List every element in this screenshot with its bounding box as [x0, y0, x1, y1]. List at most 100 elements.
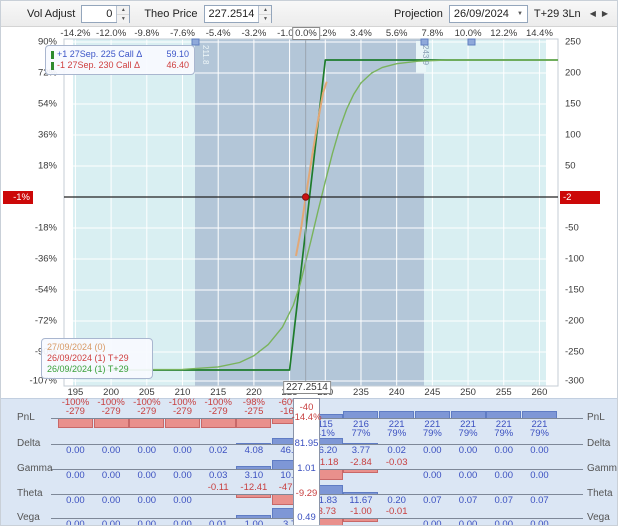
position-qty-icon [51, 51, 54, 59]
table-cell-value: -0.03 [379, 458, 414, 467]
table-row-label-right: Theta [587, 488, 613, 499]
table-cell-value: 0.00 [165, 471, 200, 480]
zero-line-right-tag: -2 [560, 191, 600, 204]
band-drag-handle[interactable] [192, 39, 199, 45]
y-axis-value-label: -250 [565, 347, 584, 358]
table-cell-value: 0.00 [94, 520, 129, 526]
y-axis-pct-label: 18% [1, 161, 57, 172]
dates-legend: 27/09/2024 (0) 26/09/2024 (1) T+29 26/09… [41, 338, 153, 379]
table-cell-value: 21677% [343, 420, 378, 438]
table-cell-value: 0.00 [415, 446, 450, 455]
current-price-cell-value: 0.49 [289, 513, 324, 523]
table-cell-value: 0.00 [165, 496, 200, 505]
table-cell-value: 0.00 [129, 471, 164, 480]
table-bar-positive [236, 515, 271, 518]
table-bar-positive [522, 411, 557, 418]
table-cell-value: 0.03 [201, 471, 236, 480]
legend-date: 26/09/2024 (1) T+29 [47, 353, 147, 364]
x-axis-pct-label: -5.4% [206, 28, 231, 39]
table-bar-positive [486, 411, 521, 418]
x-axis-pct-label: 12.2% [490, 28, 517, 39]
position-delta: 46.40 [156, 60, 189, 71]
x-axis-pct-label: 5.6% [386, 28, 408, 39]
zero-line-left-tag: -1% [3, 191, 33, 204]
x-axis-pct-label: -7.6% [170, 28, 195, 39]
table-bar-positive [236, 466, 271, 469]
y-axis-value-label: 250 [565, 37, 581, 48]
table-bar-positive [343, 492, 378, 494]
legend-date: 26/09/2024 (1) T+29 [47, 364, 147, 375]
current-price-cell-value: 81.95 [289, 439, 324, 449]
y-axis-value-label: -200 [565, 316, 584, 327]
x-axis-pct-label: -9.8% [134, 28, 159, 39]
current-price-box: 227.2514 [283, 381, 331, 394]
table-row-label-left: Gamma [17, 463, 53, 474]
table-cell-value: 0.01 [201, 520, 236, 526]
table-cell-value: 11.67 [343, 496, 378, 505]
table-cell-value: 0.00 [486, 471, 521, 480]
x-axis-price-label: 240 [389, 387, 405, 398]
x-axis-pct-label: 3.4% [350, 28, 372, 39]
y-axis-pct-label: -36% [1, 254, 57, 265]
table-row-label-left: Theta [17, 488, 43, 499]
table-cell-value: 0.00 [415, 520, 450, 526]
table-cell-value: 0.00 [451, 520, 486, 526]
y-axis-value-label: -300 [565, 376, 584, 387]
table-row-label-right: Gamma [587, 463, 618, 474]
table-cell-value: 0.20 [379, 496, 414, 505]
table-cell-value: 0.00 [486, 520, 521, 526]
table-bar-positive [343, 411, 378, 418]
position-qty-icon [51, 62, 54, 70]
table-cell-value: 0.00 [58, 446, 93, 455]
current-change-pct-box: 0.0% [292, 27, 320, 40]
position-desc: -1 27Sep. 230 Call Δ [57, 60, 140, 71]
table-cell-value: 0.00 [58, 520, 93, 526]
table-cell-value: -100%-279 [201, 398, 236, 416]
table-cell-value: 0.07 [451, 496, 486, 505]
table-cell-value: 0.00 [165, 520, 200, 526]
table-cell-value: 0.07 [486, 496, 521, 505]
table-cell-value: 0.07 [522, 496, 557, 505]
x-axis-price-label: 260 [532, 387, 548, 398]
y-axis-value-label: 150 [565, 99, 581, 110]
table-cell-value: -98%-275 [236, 398, 271, 416]
y-axis-value-label: 200 [565, 68, 581, 79]
table-cell-value: -100%-279 [165, 398, 200, 416]
band-drag-handle[interactable] [468, 39, 475, 45]
x-axis-price-label: 245 [424, 387, 440, 398]
x-axis-pct-label: -14.2% [60, 28, 90, 39]
table-cell-value: 3.10 [236, 471, 271, 480]
position-row: -1 27Sep. 230 Call Δ 46.40 [51, 60, 189, 71]
legend-date: 27/09/2024 (0) [47, 342, 147, 353]
y-axis-pct-label: -72% [1, 316, 57, 327]
table-row-label-right: Vega [587, 512, 610, 523]
y-axis-value-label: -150 [565, 285, 584, 296]
x-axis-pct-label: 14.4% [526, 28, 553, 39]
table-cell-value: -100%-279 [58, 398, 93, 416]
x-axis-pct-label: -3.2% [241, 28, 266, 39]
table-bar-negative [94, 419, 129, 428]
table-cell-value: 0.00 [129, 446, 164, 455]
y-axis-pct-label: 54% [1, 99, 57, 110]
y-axis-pct-label: -18% [1, 223, 57, 234]
table-bar-positive [343, 443, 378, 444]
table-cell-value: 4.08 [236, 446, 271, 455]
y-axis-value-label: -100 [565, 254, 584, 265]
table-cell-value: 0.00 [94, 446, 129, 455]
y-axis-pct-label: -54% [1, 285, 57, 296]
y-axis-pct-label: 36% [1, 130, 57, 141]
x-axis-price-label: 235 [353, 387, 369, 398]
table-row-label-right: Delta [587, 438, 610, 449]
table-cell-value: 0.00 [129, 496, 164, 505]
band-edge-label: 243.9 [421, 45, 430, 66]
y-axis-value-label: -50 [565, 223, 579, 234]
table-cell-value: 22179% [486, 420, 521, 438]
x-axis-pct-label: 10.0% [455, 28, 482, 39]
table-row-label-left: Vega [17, 512, 40, 523]
table-cell-value: 22179% [415, 420, 450, 438]
table-bar-positive [451, 411, 486, 418]
current-price-cell-value: -40-14.4% [289, 403, 324, 423]
table-cell-value: 0.00 [94, 471, 129, 480]
table-cell-value: 0.02 [201, 446, 236, 455]
table-cell-value: 22179% [522, 420, 557, 438]
